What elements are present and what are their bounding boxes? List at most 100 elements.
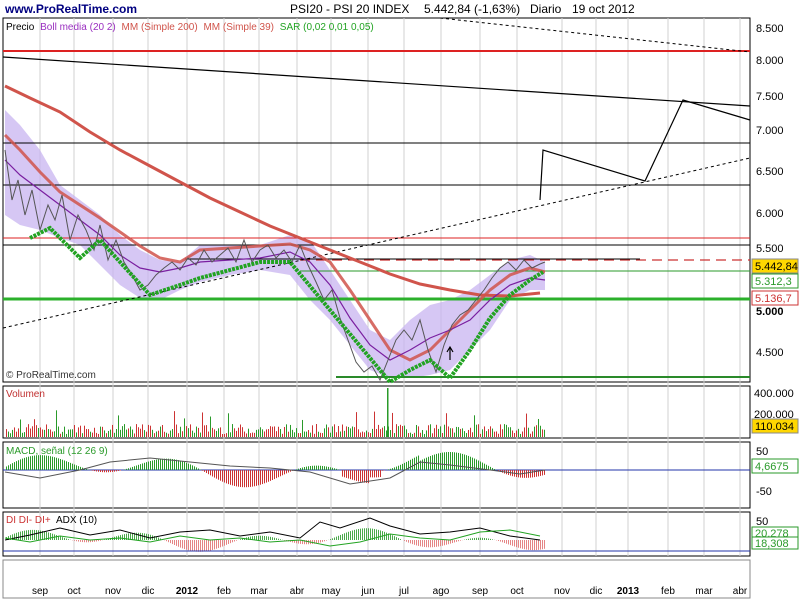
macd-bar: [192, 465, 193, 470]
volume-bar: [204, 425, 205, 437]
di-bar: [438, 540, 439, 547]
di-bar: [380, 530, 381, 540]
volume-bar: [300, 433, 301, 437]
di-bar: [396, 537, 397, 540]
volume-bar: [436, 424, 437, 437]
di-bar: [446, 540, 447, 545]
di-bar: [530, 540, 531, 550]
volume-bar: [402, 426, 403, 437]
macd-bar: [214, 470, 215, 478]
volume-bar: [138, 427, 139, 437]
di-bar: [202, 540, 203, 552]
di-bar: [526, 540, 527, 550]
volume-bar: [148, 424, 149, 437]
macd-bar: [126, 468, 127, 470]
site-link[interactable]: www.ProRealTime.com: [4, 2, 137, 16]
macd-bar: [158, 459, 159, 470]
di-bar: [508, 540, 509, 545]
macd-bar: [270, 470, 271, 481]
volume-bar: [506, 424, 507, 437]
macd-bar: [22, 458, 23, 470]
volume-bar: [292, 429, 293, 437]
volume-bar: [380, 429, 381, 437]
volume-bar: [166, 432, 167, 437]
volume-bar: [528, 427, 529, 437]
di-bar: [450, 540, 451, 544]
volume-bar: [340, 431, 341, 437]
volume-bar: [58, 426, 59, 437]
di-bar: [166, 540, 167, 542]
volume-bar: [150, 425, 151, 437]
macd-bar: [234, 470, 235, 486]
volume-bar: [214, 429, 215, 437]
di-bar: [524, 540, 525, 550]
volume-bar: [22, 432, 23, 437]
macd-bar: [56, 457, 57, 470]
di-bar: [208, 540, 209, 551]
volume-bar: [390, 430, 391, 437]
volume-bar: [336, 432, 337, 437]
di-bar: [542, 540, 543, 550]
di-bar: [272, 537, 273, 540]
macd-bar: [282, 470, 283, 476]
volume-bar: [488, 429, 489, 437]
chart-canvas: www.ProRealTime.com PSI20 - PSI 20 INDEX…: [0, 0, 800, 600]
macd-bar: [182, 461, 183, 470]
macd-bar: [60, 459, 61, 470]
di-bar: [258, 535, 259, 540]
volume-bar: [52, 431, 53, 437]
di-bar: [100, 540, 101, 541]
macd-bar: [286, 470, 287, 474]
volume-bar: [132, 429, 133, 437]
macd-bar: [534, 470, 535, 478]
volume-bar: [472, 432, 473, 437]
macd-bar: [208, 470, 209, 475]
macd-bar: [528, 470, 529, 478]
di-bar: [332, 538, 333, 540]
di-bar: [516, 540, 517, 548]
macd-bar: [116, 470, 117, 472]
macd-bar: [224, 470, 225, 483]
x-tick-label: abr: [290, 586, 305, 597]
di-bar: [424, 540, 425, 547]
volume-bar: [170, 430, 171, 437]
volume-bar: [484, 426, 485, 437]
volume-bar: [474, 415, 475, 437]
macd-bar: [92, 470, 93, 471]
macd-bar: [436, 453, 437, 470]
macd-bar: [468, 455, 469, 470]
x-tick-label: ago: [433, 586, 450, 597]
di-bar: [472, 538, 473, 540]
y-tick-label: 7.000: [756, 125, 784, 137]
di-bar: [84, 540, 85, 543]
macd-bar: [156, 459, 157, 470]
volume-bar: [338, 426, 339, 437]
volume-bar: [486, 431, 487, 437]
di-bar: [532, 540, 533, 551]
x-tick-label: dic: [590, 586, 603, 597]
volume-bar: [216, 430, 217, 437]
volume-bar: [282, 433, 283, 437]
volume-bar: [430, 424, 431, 437]
macd-bar: [342, 470, 343, 477]
volume-bar: [462, 428, 463, 437]
di-bar: [344, 533, 345, 540]
volume-bar: [440, 426, 441, 437]
volume-bar: [156, 431, 157, 437]
macd-bar: [258, 470, 259, 486]
di-bar: [422, 540, 423, 547]
volume-bar: [162, 424, 163, 437]
macd-bar: [532, 470, 533, 478]
volume-bar: [106, 433, 107, 437]
di-bar: [182, 540, 183, 549]
di-bar: [490, 538, 491, 540]
di-bar: [364, 528, 365, 540]
di-bar: [360, 528, 361, 540]
di-bar: [186, 540, 187, 550]
di-bar: [454, 540, 455, 543]
macd-bar: [336, 468, 337, 470]
macd-bar: [184, 461, 185, 470]
volume-bar: [314, 433, 315, 437]
macd-bar: [450, 452, 451, 470]
volume-bar: [518, 428, 519, 437]
